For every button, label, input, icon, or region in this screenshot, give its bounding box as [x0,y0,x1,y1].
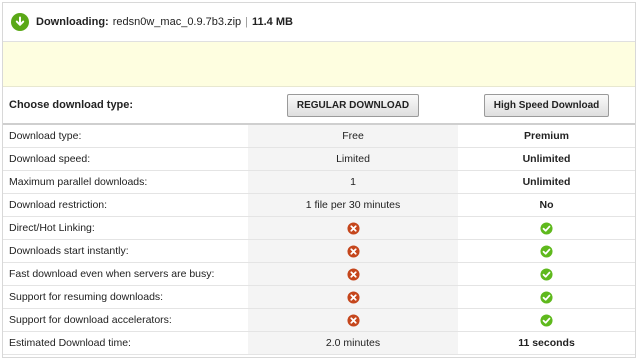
check-icon [458,239,635,263]
regular-value: Limited [248,147,458,171]
premium-value: No [458,193,635,217]
downloading-label: Downloading: [36,16,109,28]
comparison-row: Fast download even when servers are busy… [3,262,635,286]
comparison-row: Support for download accelerators: [3,308,635,332]
feature-label: Download type: [3,124,248,148]
feature-label: Support for download accelerators: [3,308,248,332]
premium-value: Unlimited [458,170,635,194]
choose-download-label: Choose download type: [3,87,248,125]
check-icon [458,285,635,309]
feature-label: Maximum parallel downloads: [3,170,248,194]
premium-value: 11 seconds [458,331,635,355]
check-icon [458,216,635,240]
feature-label: Downloads start instantly: [3,239,248,263]
regular-value: 2.0 minutes [248,331,458,355]
download-comparison-table: Choose download type: REGULAR DOWNLOAD H… [3,87,635,355]
high-speed-download-button[interactable]: High Speed Download [483,93,610,117]
cross-icon [248,308,458,332]
download-header: Downloading: redsn0w_mac_0.9.7b3.zip | 1… [3,3,635,42]
regular-value: 1 [248,170,458,194]
cross-icon [248,239,458,263]
feature-label: Download speed: [3,147,248,171]
feature-label: Direct/Hot Linking: [3,216,248,240]
check-icon [458,262,635,286]
choose-row: Choose download type: REGULAR DOWNLOAD H… [3,87,635,125]
feature-label: Estimated Download time: [3,331,248,355]
file-size: 11.4 MB [252,16,293,28]
feature-label: Download restriction: [3,193,248,217]
premium-value: Premium [458,124,635,148]
feature-label: Support for resuming downloads: [3,285,248,309]
feature-label: Fast download even when servers are busy… [3,262,248,286]
cross-icon [248,285,458,309]
comparison-row: Download speed: Limited Unlimited [3,147,635,171]
comparison-row: Download type: Free Premium [3,124,635,148]
comparison-row: Support for resuming downloads: [3,285,635,309]
download-panel: Downloading: redsn0w_mac_0.9.7b3.zip | 1… [2,2,636,358]
notice-banner [3,42,635,87]
comparison-row: Download restriction: 1 file per 30 minut… [3,193,635,217]
file-name: redsn0w_mac_0.9.7b3.zip [112,16,242,28]
regular-value: 1 file per 30 minutes [248,193,458,217]
premium-value: Unlimited [458,147,635,171]
regular-download-button[interactable]: REGULAR DOWNLOAD [286,93,420,117]
cross-icon [248,216,458,240]
comparison-row: Direct/Hot Linking: [3,216,635,240]
header-separator: | [245,16,248,28]
download-arrow-icon [11,13,29,31]
comparison-row: Maximum parallel downloads: 1 Unlimited [3,170,635,194]
check-icon [458,308,635,332]
regular-value: Free [248,124,458,148]
cross-icon [248,262,458,286]
comparison-row: Downloads start instantly: [3,239,635,263]
comparison-row: Estimated Download time: 2.0 minutes 11 se… [3,331,635,355]
